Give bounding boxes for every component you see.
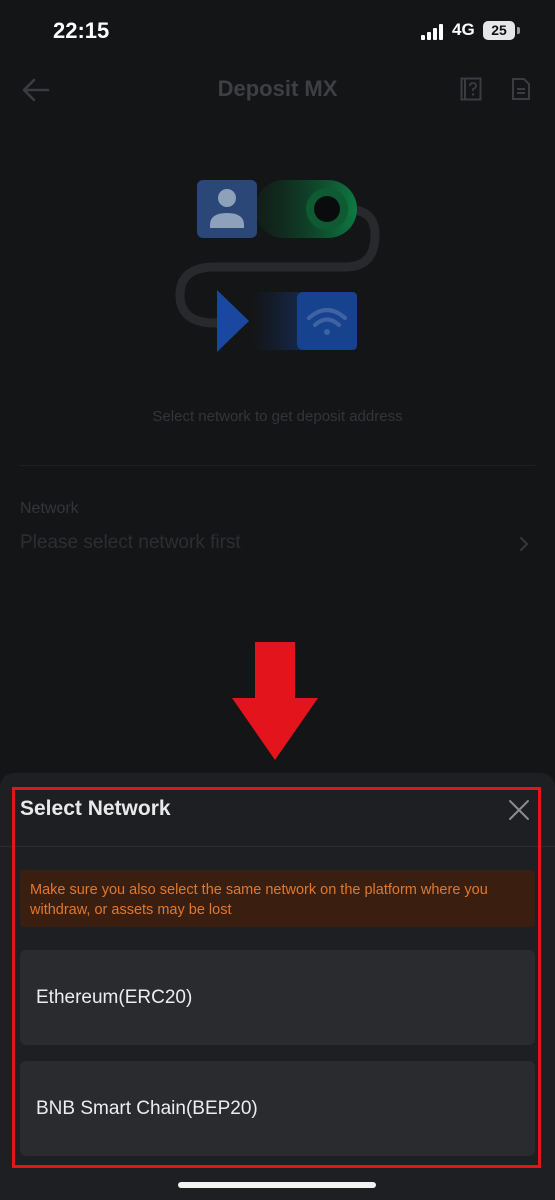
network-label: Network <box>20 500 79 517</box>
faq-icon[interactable] <box>460 77 482 101</box>
status-time: 22:15 <box>53 18 110 43</box>
chevron-right-icon[interactable] <box>517 534 531 554</box>
top-app-bar: Deposit MX <box>0 62 555 118</box>
deposit-illustration <box>175 180 380 352</box>
home-indicator <box>178 1182 376 1188</box>
network-selector[interactable]: Please select network first <box>20 532 241 554</box>
records-icon[interactable] <box>511 77 531 101</box>
battery-tip <box>517 27 520 34</box>
network-type: 4G <box>452 20 475 39</box>
deposit-hint: Select network to get deposit address <box>152 408 403 425</box>
divider <box>20 465 535 466</box>
battery-icon: 25 <box>483 21 515 40</box>
status-bar: 22:15 4G 25 <box>0 0 555 62</box>
annotation-highlight-box <box>12 787 541 1168</box>
annotation-arrow-icon <box>232 642 318 760</box>
signal-strength-icon <box>421 24 445 40</box>
